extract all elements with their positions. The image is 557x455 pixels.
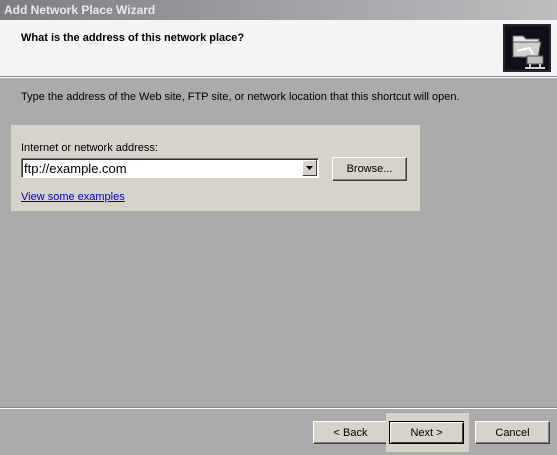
address-combobox[interactable] [21, 158, 319, 178]
address-input[interactable] [24, 160, 300, 176]
page-title: What is the address of this network plac… [21, 32, 245, 44]
view-examples-link[interactable]: View some examples [21, 191, 125, 203]
network-folder-icon [503, 24, 551, 72]
cancel-button[interactable]: Cancel [475, 421, 550, 444]
window-title: Add Network Place Wizard [4, 3, 156, 17]
header-divider [0, 77, 557, 78]
next-button[interactable]: Next > [389, 421, 464, 444]
browse-button[interactable]: Browse... [332, 157, 407, 181]
chevron-down-icon [306, 166, 313, 170]
address-dropdown-button[interactable] [302, 160, 317, 176]
title-bar: Add Network Place Wizard [0, 0, 557, 20]
back-button[interactable]: < Back [313, 421, 388, 444]
wizard-header: What is the address of this network plac… [0, 20, 557, 77]
footer-divider-highlight [0, 408, 557, 409]
address-panel: Internet or network address: Browse... V… [11, 125, 420, 211]
address-label: Internet or network address: [21, 142, 158, 154]
intro-text: Type the address of the Web site, FTP si… [21, 91, 460, 103]
